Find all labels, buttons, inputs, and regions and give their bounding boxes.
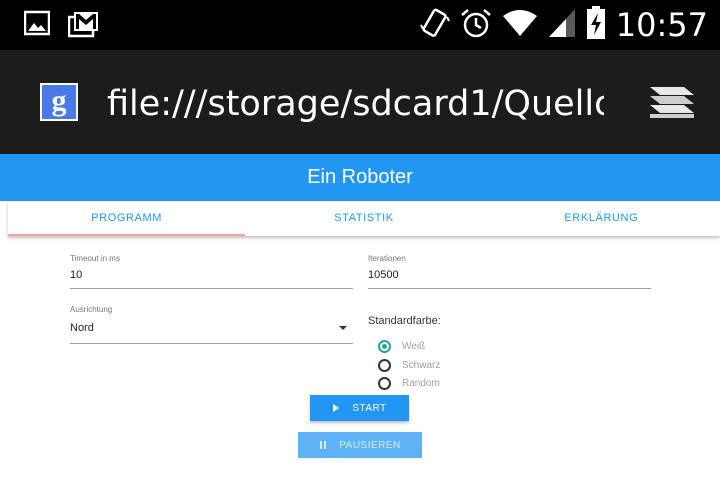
standardfarbe-label: Standardfarbe: — [368, 315, 441, 327]
clock: 10:57 — [615, 6, 708, 44]
tabs-menu-icon[interactable] — [646, 83, 698, 121]
timeout-input[interactable] — [70, 263, 353, 289]
dropdown-caret-icon — [339, 326, 347, 330]
app-title-bar: Ein Roboter — [0, 154, 720, 201]
ausrichtung-field-group: Ausrichtung Nord — [70, 305, 353, 344]
battery-charging-icon — [586, 5, 606, 45]
alarm-icon — [460, 7, 492, 44]
iterationen-input[interactable] — [368, 263, 651, 289]
ausrichtung-select[interactable]: Nord — [70, 314, 353, 344]
radio-schwarz[interactable]: Schwarz — [378, 358, 440, 372]
ausrichtung-value: Nord — [70, 322, 94, 334]
pause-icon — [319, 441, 327, 449]
signal-icon — [548, 8, 576, 43]
wifi-icon — [502, 8, 538, 43]
pause-button[interactable]: PAUSIEREN — [298, 432, 422, 458]
radio-checked-icon — [378, 339, 391, 353]
tab-bar: PROGRAMM STATISTIK ERKLÄRUNG — [8, 201, 720, 236]
tab-erklaerung[interactable]: ERKLÄRUNG — [483, 201, 720, 236]
status-icons: 10:57 — [419, 4, 708, 46]
radio-weiss[interactable]: Weiß — [378, 339, 425, 353]
radio-random-label: Random — [402, 377, 440, 389]
ausrichtung-label: Ausrichtung — [70, 305, 113, 314]
status-bar: 10:57 — [0, 0, 720, 50]
radio-unchecked-icon — [378, 358, 391, 372]
pause-label: PAUSIEREN — [339, 439, 401, 451]
iterationen-label: Iterationen — [368, 254, 406, 263]
play-icon — [332, 404, 340, 412]
image-icon — [23, 10, 51, 41]
timeout-field-group: Timeout in ms — [70, 254, 353, 289]
tab-programm[interactable]: PROGRAMM — [8, 201, 246, 236]
vibrate-icon — [419, 7, 450, 44]
radio-random[interactable]: Random — [378, 376, 440, 390]
radio-schwarz-label: Schwarz — [402, 359, 441, 371]
radio-unchecked-icon — [378, 376, 391, 390]
iterationen-field-group: Iterationen — [368, 254, 651, 289]
start-label: START — [352, 402, 387, 414]
timeout-label: Timeout in ms — [70, 254, 120, 263]
start-button[interactable]: START — [310, 395, 409, 421]
google-favicon-icon: g — [40, 83, 78, 121]
app-title: Ein Roboter — [307, 166, 413, 188]
url-field[interactable]: file:///storage/sdcard1/Quellcode — [107, 82, 604, 126]
gmail-icon — [67, 10, 100, 43]
tab-statistik[interactable]: STATISTIK — [245, 201, 482, 236]
radio-weiss-label: Weiß — [402, 340, 426, 352]
